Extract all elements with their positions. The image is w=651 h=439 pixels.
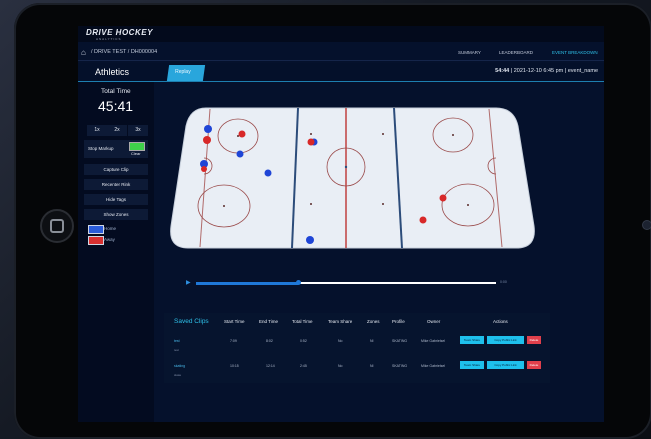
timeline-time: 0:00: [500, 280, 507, 284]
saved-clips-title: Saved Clips: [174, 318, 209, 325]
delete-button[interactable]: Delete: [527, 336, 541, 344]
clip-total: 0:52: [300, 339, 307, 343]
rink-svg: [170, 107, 535, 249]
clip-share: No: [338, 364, 343, 368]
clip-start: 10:15: [230, 364, 239, 368]
control-sidebar: Total Time 45:41 1x 2x 3x Stop Markup Cl…: [78, 82, 154, 422]
col-start-time: Start Time: [224, 319, 245, 324]
speed-3x-button[interactable]: 3x: [128, 125, 148, 136]
col-zones: Zones: [367, 319, 380, 324]
tablet-home-button[interactable]: [40, 209, 74, 243]
event-details: | 2021-12-10 6:45 pm | event_name: [510, 68, 598, 74]
nav-leaderboard[interactable]: LEADERBOARD: [499, 50, 533, 55]
faceoff-dot: [237, 135, 239, 137]
app-logo: DRIVE HOCKEY: [86, 28, 153, 37]
event-time: 54:44: [495, 68, 510, 74]
clip-start: 7:09: [230, 339, 237, 343]
faceoff-dot: [452, 134, 454, 136]
legend-away-label: Away: [104, 237, 115, 242]
clip-profile: SKATING: [392, 364, 408, 368]
faceoff-dot: [310, 203, 312, 205]
copy-public-link-button[interactable]: Copy Public Link: [487, 336, 524, 344]
breadcrumb[interactable]: / DRIVE TEST / DH000004: [91, 49, 157, 55]
copy-public-link-button[interactable]: Copy Public Link: [487, 361, 524, 369]
clip-end: 12:14: [266, 364, 275, 368]
player-away[interactable]: [439, 194, 447, 202]
clip-desc: skate: [174, 373, 182, 377]
clip-zones: NI: [370, 364, 374, 368]
tab-replay-label: Replay: [175, 69, 191, 75]
clear-button[interactable]: Clear: [131, 151, 141, 156]
legend-away-swatch: [88, 236, 104, 245]
recenter-rink-button[interactable]: Recenter Rink: [84, 179, 148, 190]
stop-markup-label: Stop Markup: [88, 146, 114, 151]
top-bar: DRIVE HOCKEY ANALYTICS: [78, 26, 604, 42]
timeline-progress: [196, 281, 298, 285]
clip-name[interactable]: skating: [174, 364, 185, 368]
event-info: 54:44 | 2021-12-10 6:45 pm | event_name: [495, 68, 598, 74]
col-profile: Profile: [392, 319, 405, 324]
hide-tags-button[interactable]: Hide Tags: [84, 194, 148, 205]
col-total-time: Total Time: [292, 319, 313, 324]
faceoff-dot: [382, 203, 384, 205]
player-away[interactable]: [203, 136, 211, 144]
clip-total: 2:45: [300, 364, 307, 368]
center-dot: [344, 165, 348, 169]
clip-name[interactable]: test: [174, 339, 180, 343]
player-away[interactable]: [419, 216, 427, 224]
faceoff-dot: [382, 133, 384, 135]
capture-clip-button[interactable]: Capture Clip: [84, 164, 148, 175]
show-zones-button[interactable]: Show Zones: [84, 209, 148, 220]
delete-button[interactable]: Delete: [527, 361, 541, 369]
legend-home-label: Home: [104, 226, 117, 231]
clip-owner: Mike Gabrielsel: [421, 339, 446, 343]
col-owner: Owner: [427, 319, 441, 324]
replay-timeline[interactable]: ▶ 0:00: [186, 280, 516, 286]
home-square-icon: [50, 219, 64, 233]
total-time-value: 45:41: [98, 98, 134, 114]
faceoff-dot: [223, 205, 225, 207]
nav-summary[interactable]: SUMMARY: [458, 50, 481, 55]
player-away[interactable]: [307, 138, 315, 146]
clip-profile: SKATING: [392, 339, 408, 343]
markup-color-swatch[interactable]: [129, 142, 145, 151]
player-home[interactable]: [236, 150, 244, 158]
team-share-button[interactable]: Team Share: [460, 336, 484, 344]
faceoff-dot: [467, 204, 469, 206]
home-icon[interactable]: ⌂: [81, 48, 86, 57]
stop-markup-button[interactable]: Stop Markup Clear: [84, 140, 148, 158]
app-logo-sub: ANALYTICS: [96, 37, 122, 41]
player-away[interactable]: [201, 166, 207, 172]
player-home[interactable]: [264, 169, 272, 177]
total-time-label: Total Time: [101, 88, 131, 95]
team-share-button[interactable]: Team Share: [460, 361, 484, 369]
faceoff-dot: [310, 133, 312, 135]
play-icon[interactable]: ▶: [186, 279, 191, 286]
clip-owner: Mike Gabrielsel: [421, 364, 446, 368]
col-end-time: End Time: [259, 319, 279, 324]
camera-icon: [642, 220, 651, 230]
app-screen: DRIVE HOCKEY ANALYTICS ⌂ / DRIVE TEST / …: [78, 26, 604, 422]
clip-desc: test: [174, 348, 179, 352]
page-title: Athletics: [95, 67, 130, 77]
speed-2x-button[interactable]: 2x: [107, 125, 127, 136]
clip-end: 8:02: [266, 339, 273, 343]
nav-event-breakdown[interactable]: EVENT BREAKDOWN: [552, 50, 598, 55]
title-bar: Athletics Replay 54:44 | 2021-12-10 6:45…: [78, 63, 604, 82]
speed-1x-button[interactable]: 1x: [87, 125, 107, 136]
nav-bar: ⌂ / DRIVE TEST / DH000004 SUMMARY LEADER…: [78, 46, 604, 61]
saved-clips-panel: Saved Clips Start Time End Time Total Ti…: [164, 313, 550, 383]
player-away[interactable]: [238, 130, 246, 138]
player-home[interactable]: [306, 236, 314, 244]
col-actions: Actions: [493, 319, 508, 324]
col-team-share: Team Share: [328, 319, 353, 324]
clip-share: No: [338, 339, 343, 343]
clip-zones: NI: [370, 339, 374, 343]
legend-home-swatch: [88, 225, 104, 234]
tab-replay[interactable]: Replay: [166, 65, 206, 81]
rink-view[interactable]: [166, 106, 536, 256]
timeline-scrubber[interactable]: [295, 280, 301, 285]
player-home[interactable]: [204, 125, 212, 133]
